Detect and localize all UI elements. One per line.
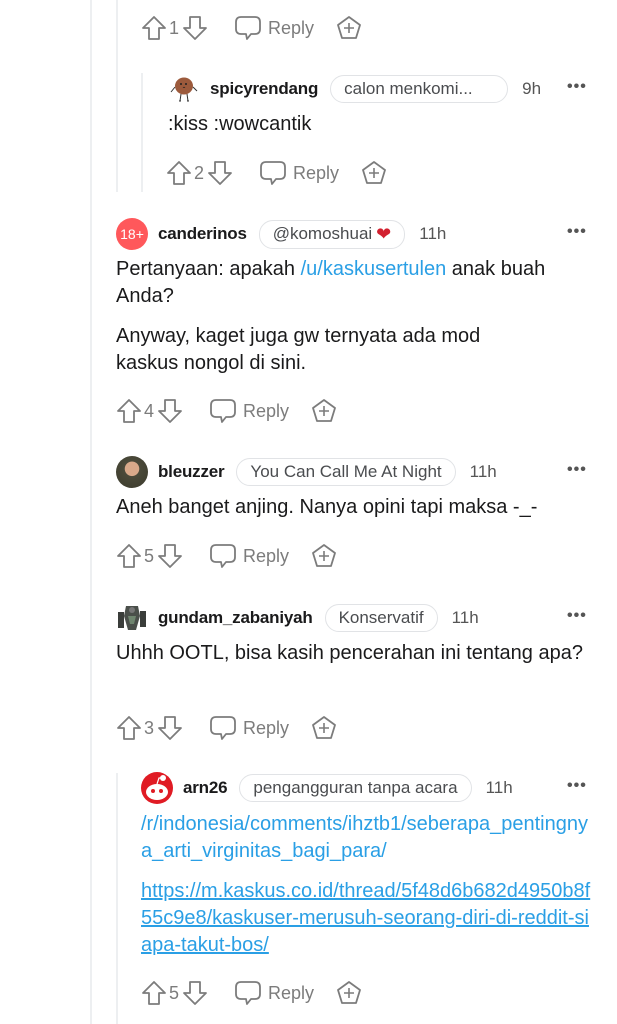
vote-count: 3	[144, 717, 155, 738]
comment-actions: 1 Reply	[141, 13, 362, 43]
comment-header: gundam_zabaniyah Konservatif 11h	[116, 603, 479, 633]
vote-count: 5	[144, 545, 155, 566]
downvote-icon[interactable]	[157, 543, 183, 569]
reply-icon	[259, 160, 287, 186]
photo-avatar[interactable]	[116, 456, 148, 488]
more-options-icon[interactable]: •••	[567, 607, 587, 625]
comment-header: 18+ canderinos @komoshuai ❤ 11h	[116, 218, 447, 250]
award-button[interactable]	[336, 15, 362, 41]
comment-body: Pertanyaan: apakah /u/kaskusertulen anak…	[116, 258, 546, 374]
vote-count: 4	[144, 400, 155, 421]
nsfw-18-avatar[interactable]: 18+	[116, 218, 148, 250]
username[interactable]: canderinos	[158, 224, 247, 244]
user-flair: You Can Call Me At Night	[236, 458, 456, 486]
reply-icon	[209, 543, 237, 569]
more-options-icon[interactable]: •••	[567, 78, 587, 96]
user-flair: Konservatif	[324, 604, 438, 632]
upvote-icon[interactable]	[141, 980, 167, 1006]
user-flair: pengangguran tanpa acara	[239, 774, 472, 802]
award-button[interactable]	[311, 398, 337, 424]
upvote-icon[interactable]	[116, 715, 142, 741]
reply-button[interactable]: Reply	[228, 980, 314, 1006]
more-options-icon[interactable]: •••	[567, 461, 587, 479]
snoo-avatar[interactable]	[141, 772, 173, 804]
downvote-icon[interactable]	[182, 15, 208, 41]
comment-actions: 2 Reply	[166, 158, 387, 188]
reply-icon	[234, 980, 262, 1006]
thread-line[interactable]	[90, 0, 92, 1024]
comment-body: :kiss :wowcantik	[168, 113, 312, 135]
timestamp: 9h	[522, 79, 542, 98]
thread-line[interactable]	[141, 73, 143, 192]
more-options-icon[interactable]: •••	[567, 223, 587, 241]
username[interactable]: arn26	[183, 778, 228, 798]
downvote-icon[interactable]	[157, 398, 183, 424]
comment-actions: 3 Reply	[116, 713, 337, 743]
external-link[interactable]: https://m.kaskus.co.id/thread/5f48d6b682…	[141, 880, 590, 956]
award-icon	[336, 15, 362, 41]
gundam-avatar[interactable]	[116, 602, 148, 634]
comment-header: spicyrendang calon menkomi... 9h	[168, 74, 541, 104]
reply-icon	[234, 15, 262, 41]
comment-header: bleuzzer You Can Call Me At Night 11h	[116, 456, 497, 488]
potato-character-avatar[interactable]	[168, 73, 200, 105]
award-button[interactable]	[311, 715, 337, 741]
username[interactable]: gundam_zabaniyah	[158, 608, 313, 628]
more-options-icon[interactable]: •••	[567, 777, 587, 795]
reply-button[interactable]: Reply	[228, 15, 314, 41]
award-button[interactable]	[361, 160, 387, 186]
downvote-icon[interactable]	[207, 160, 233, 186]
timestamp: 11h	[451, 608, 479, 627]
reply-icon	[209, 715, 237, 741]
upvote-icon[interactable]	[166, 160, 192, 186]
vote-count: 1	[169, 17, 180, 38]
timestamp: 11h	[485, 778, 513, 797]
award-button[interactable]	[336, 980, 362, 1006]
award-icon	[361, 160, 387, 186]
comment-body: /r/indonesia/comments/ihztb1/seberapa_pe…	[141, 811, 593, 972]
reply-button[interactable]: Reply	[203, 398, 289, 424]
reply-icon	[209, 398, 237, 424]
award-icon	[311, 398, 337, 424]
upvote-icon[interactable]	[116, 543, 142, 569]
comment-body: Aneh banget anjing. Nanya opini tapi mak…	[116, 496, 538, 518]
upvote-icon[interactable]	[141, 15, 167, 41]
vote-count: 2	[194, 162, 205, 183]
comment-actions: 4 Reply	[116, 396, 337, 426]
downvote-icon[interactable]	[182, 980, 208, 1006]
vote-count: 5	[169, 982, 180, 1003]
reply-button[interactable]: Reply	[203, 543, 289, 569]
timestamp: 11h	[469, 462, 497, 481]
comment-header: arn26 pengangguran tanpa acara 11h	[141, 772, 513, 804]
reply-button[interactable]: Reply	[253, 160, 339, 186]
comment-actions: 5 Reply	[141, 978, 362, 1008]
user-flair: @komoshuai ❤	[258, 219, 406, 249]
username[interactable]: bleuzzer	[158, 462, 225, 482]
timestamp: 11h	[419, 224, 447, 243]
award-icon	[311, 715, 337, 741]
award-icon	[311, 543, 337, 569]
user-link[interactable]: /u/kaskusertulen	[301, 258, 447, 280]
reply-button[interactable]: Reply	[203, 715, 289, 741]
thread-line[interactable]	[116, 0, 118, 192]
award-button[interactable]	[311, 543, 337, 569]
upvote-icon[interactable]	[116, 398, 142, 424]
thread-line[interactable]	[116, 773, 118, 1024]
subreddit-post-link[interactable]: /r/indonesia/comments/ihztb1/seberapa_pe…	[141, 813, 588, 862]
heart-emoji: ❤	[376, 223, 392, 244]
username[interactable]: spicyrendang	[210, 79, 318, 99]
award-icon	[336, 980, 362, 1006]
user-flair: calon menkomi...	[330, 75, 509, 103]
downvote-icon[interactable]	[157, 715, 183, 741]
comment-body: Uhhh OOTL, bisa kasih pencerahan ini ten…	[116, 642, 583, 664]
comment-actions: 5 Reply	[116, 541, 337, 571]
